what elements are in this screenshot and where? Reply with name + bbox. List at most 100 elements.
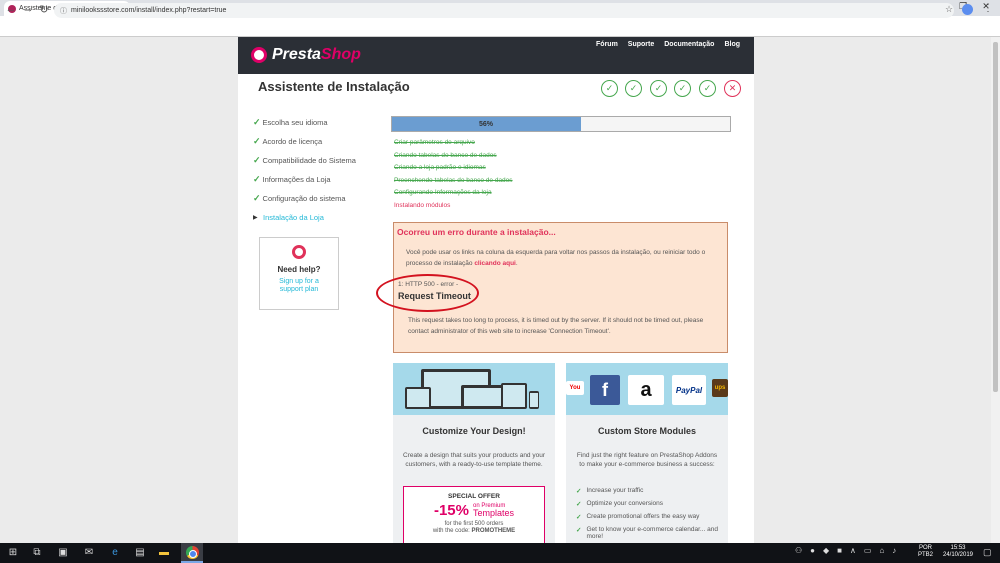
offer-title: SPECIAL OFFER [448,493,500,500]
devices-illustration [393,363,555,415]
special-offer-box[interactable]: SPECIAL OFFER -15% on Premium Templates f… [403,486,545,543]
address-toolbar [0,16,1000,37]
task-view-icon[interactable]: ⧉ [30,546,44,560]
network-icon[interactable]: ⌂ [879,546,884,555]
language-indicator[interactable]: POR PTB2 [918,545,933,559]
page-title: Assistente de Instalação [258,79,410,94]
promo-design-title: Customize Your Design! [422,426,526,436]
install-progress-bar: 56% [391,116,731,132]
step-2-check-icon: ✓ [625,80,642,97]
windows-start-icon[interactable]: ⊞ [6,546,20,560]
promo-customize-design: Customize Your Design! Create a design t… [393,363,555,543]
notification-icon[interactable]: ▢ [983,547,992,558]
sidebar-item-instalacao[interactable]: ▶ Instalação da Loja [253,208,356,227]
link-documentacao[interactable]: Documentação [664,41,714,48]
help-title: Need help? [277,265,321,274]
dropbox-icon[interactable]: ◆ [823,546,829,555]
error-detail: This request takes too long to process, … [408,317,704,335]
prestashop-bird-icon [251,47,267,63]
offer-line1: for the first 500 orders [444,521,504,527]
sidebar-item-licenca[interactable]: ✓ Acordo de licença [253,132,356,151]
feature-item: ✓ Increase your traffic [576,487,644,495]
feature-item: ✓ Optimize your conversions [576,500,664,508]
link-blog[interactable]: Blog [724,41,740,48]
check-icon: ✓ [576,527,582,534]
tablet-icon [405,387,431,409]
offer-code: PROMOTHEME [471,528,516,534]
ups-icon: ups [712,379,728,397]
support-plan-link[interactable]: Sign up for a support plan [260,278,338,294]
sidebar-item-idioma[interactable]: ✓ Escolha seu idioma [253,113,356,132]
restart-link[interactable]: clicando aqui [474,260,516,267]
battery-icon[interactable]: ▭ [864,546,872,555]
lifebuoy-icon [292,245,306,259]
install-step-done: Criando tabelas do banco de dados [394,151,497,159]
tablet-small-icon [501,383,527,409]
red-highlight-circle [376,274,479,312]
installer-sidebar: ✓ Escolha seu idioma ✓ Acordo de licença ✓… [253,113,356,227]
url-bar[interactable]: ⓘ minilookssstore.com/install/index.php?… [54,3,954,18]
step-5-check-icon: ✓ [699,80,716,97]
install-step-current: Instalando módulos [394,201,451,209]
windows-taskbar: ⊞ ⧉ ▣ ✉ e ▤ ▬ ⚇ ● ◆ ■ ∧ ▭ ⌂ ♪ POR PTB2 15… [0,543,1000,563]
file-explorer-icon[interactable]: ▬ [157,546,171,560]
phone-icon [529,391,539,409]
info-icon[interactable]: ⓘ [60,6,67,16]
reload-icon[interactable]: ↻ [37,3,51,16]
browser-menu-icon[interactable]: ⋮ [983,3,993,14]
installer-container: PrestaShop Fórum Suporte Documentação Bl… [238,37,754,543]
check-icon: ✓ [576,501,582,508]
profile-avatar[interactable] [962,4,973,15]
check-icon: ✓ [576,514,582,521]
store-icon[interactable]: ▣ [56,546,70,560]
install-steps-list: Criar parâmetros de arquivo Criando tabe… [394,139,513,214]
error-message: Você pode usar os links na coluna da esq… [406,249,706,267]
offer-percent: -15% [433,502,469,519]
check-icon: ✓ [253,117,261,127]
logo-text-accent: Shop [320,46,361,63]
sidebar-item-compatibilidade[interactable]: ✓ Compatibilidade do Sistema [253,151,356,170]
install-step-done: Criar parâmetros de arquivo [394,139,475,146]
promo-design-description: Create a design that suits your products… [403,452,545,468]
check-icon: ✓ [253,155,261,165]
system-tray: ⚇ ● ◆ ■ ∧ ▭ ⌂ ♪ [795,546,896,555]
current-step-bullet-icon: ▶ [253,215,258,221]
help-box: Need help? Sign up for a support plan [259,237,339,310]
brands-illustration: You f a PayPal ups [566,363,728,415]
photos-icon[interactable]: ▤ [133,546,147,560]
sidebar-item-informacoes[interactable]: ✓ Informações da Loja [253,170,356,189]
install-step-done: Preenchendo tabelas do banco de dados [394,176,513,184]
check-icon: ✓ [576,488,582,495]
feature-item: ✓ Get to know your e-commerce calendar...… [576,526,718,540]
bookmark-star-icon[interactable]: ☆ [945,4,953,15]
prestashop-logo[interactable]: PrestaShop [251,46,361,64]
chrome-taskbar-icon[interactable] [181,543,203,563]
tray-app-icon[interactable]: ● [810,546,815,555]
volume-icon[interactable]: ♪ [892,546,896,555]
step-6-error-icon: ✕ [724,80,741,97]
sidebar-item-configuracao[interactable]: ✓ Configuração do sistema [253,189,356,208]
back-arrow-icon[interactable]: ← [4,3,18,15]
install-step-done: Configurando Informações da loja [394,189,492,196]
url-text: minilookssstore.com/install/index.php?re… [71,7,227,14]
scrollbar-thumb[interactable] [993,42,998,392]
taskbar-clock[interactable]: 15:53 24/10/2019 [940,545,976,559]
chevron-up-icon[interactable]: ∧ [850,546,856,555]
logo-text-main: Presta [272,46,321,63]
step-3-check-icon: ✓ [650,80,667,97]
forward-arrow-icon[interactable]: → [21,3,35,15]
link-forum[interactable]: Fórum [596,41,618,48]
tray-app2-icon[interactable]: ■ [837,546,842,555]
paypal-icon: PayPal [672,375,706,405]
promo-modules-description: Find just the right feature on PrestaSho… [576,452,718,468]
check-icon: ✓ [253,136,261,146]
check-icon: ✓ [253,174,261,184]
people-icon[interactable]: ⚇ [795,546,802,555]
install-step-done: Criando a loja padrão e idiomas [394,164,486,171]
promo-modules-title: Custom Store Modules [597,426,696,436]
link-suporte[interactable]: Suporte [628,41,654,48]
promo-store-modules: You f a PayPal ups Custom Store Modules … [566,363,728,543]
mail-icon[interactable]: ✉ [82,546,96,560]
offer-templates: Templates [473,507,515,518]
edge-icon[interactable]: e [108,546,122,560]
